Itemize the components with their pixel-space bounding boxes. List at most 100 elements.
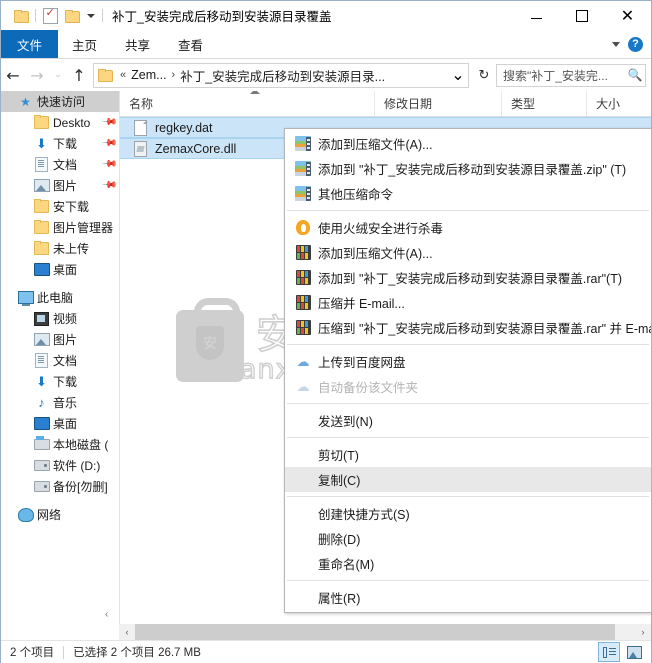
folder-icon[interactable]	[10, 6, 32, 26]
address-folder-icon	[98, 69, 113, 82]
address-dropdown-icon[interactable]: ⌄	[448, 65, 468, 85]
tab-view[interactable]: 查看	[164, 30, 217, 58]
sidebar-item-15[interactable]: 桌面	[1, 413, 119, 434]
scroll-track[interactable]	[135, 624, 635, 640]
search-icon[interactable]: 🔍	[625, 68, 645, 82]
refresh-button[interactable]: ↻	[472, 64, 496, 87]
winrar-icon	[288, 295, 318, 310]
menu-item-label: 上传到百度网盘	[318, 356, 406, 370]
menu-item-18[interactable]: 创建快捷方式(S)	[285, 501, 651, 526]
menu-item-0[interactable]: 添加到压缩文件(A)...	[285, 131, 651, 156]
sidebar-item-4[interactable]: 图片 📌	[1, 175, 119, 196]
menu-item-11: ☁ 自动备份该文件夹	[285, 374, 651, 399]
scroll-left-icon[interactable]: ‹	[119, 624, 135, 640]
menu-item-7[interactable]: 压缩并 E-mail...	[285, 290, 651, 315]
sidebar-item-5[interactable]: 安下载	[1, 196, 119, 217]
menu-item-2[interactable]: 其他压缩命令	[285, 181, 651, 206]
sidebar-item-label: 图片管理器	[53, 221, 114, 235]
search-box[interactable]: 搜索"补丁_安装完... 🔍	[496, 63, 646, 87]
breadcrumb-prefix: «	[120, 69, 127, 81]
network-icon	[17, 507, 34, 522]
sidebar-item-label: 快速访问	[37, 95, 86, 109]
menu-item-label: 添加到 "补丁_安装完成后移动到安装源目录覆盖.zip" (T)	[318, 163, 627, 177]
sidebar-item-10[interactable]: 视频	[1, 308, 119, 329]
sidebar-item-18[interactable]: 备份[勿删]	[1, 476, 119, 497]
folder-icon	[33, 220, 50, 234]
desktop-icon	[33, 263, 50, 276]
breadcrumb-item-0[interactable]: Zem...	[130, 68, 167, 82]
navigation-collapse-icon[interactable]: ‹	[105, 609, 108, 620]
menu-item-4[interactable]: 使用火绒安全进行杀毒	[285, 215, 651, 240]
menu-separator	[287, 403, 649, 404]
search-input[interactable]: 搜索"补丁_安装完...	[497, 67, 625, 84]
view-details-button[interactable]	[598, 642, 620, 662]
sidebar-item-6[interactable]: 图片管理器	[1, 217, 119, 238]
menu-item-20[interactable]: 重命名(M)	[285, 551, 651, 576]
back-button[interactable]: ←	[1, 63, 25, 87]
column-header-name[interactable]: 名称	[120, 91, 375, 116]
tab-file[interactable]: 文件	[1, 30, 59, 58]
column-header-date[interactable]: 修改日期	[375, 91, 502, 116]
address-input[interactable]: « Zem... › 补丁_安装完成后移动到安装源目录... ⌄	[93, 62, 469, 88]
navigation-pane: ★ 快速访问 Deskto 📌 ⬇ 下载 📌 文档 📌 图片 📌 安下载 图片管理器 未上传 桌面 此电脑 视频…	[1, 91, 120, 624]
menu-separator	[287, 580, 649, 581]
menu-item-5[interactable]: 添加到压缩文件(A)...	[285, 240, 651, 265]
column-header-type[interactable]: 类型	[502, 91, 587, 116]
sidebar-item-0[interactable]: ★ 快速访问	[1, 91, 119, 112]
pin-icon[interactable]: 📌	[100, 177, 117, 194]
sidebar-item-7[interactable]: 未上传	[1, 238, 119, 259]
sidebar-item-3[interactable]: 文档 📌	[1, 154, 119, 175]
sidebar-item-17[interactable]: 软件 (D:)	[1, 455, 119, 476]
folder-icon	[33, 199, 50, 213]
menu-item-1[interactable]: 添加到 "补丁_安装完成后移动到安装源目录覆盖.zip" (T)	[285, 156, 651, 181]
menu-item-16[interactable]: 复制(C)	[285, 467, 651, 492]
sidebar-item-8[interactable]: 桌面	[1, 259, 119, 280]
scroll-right-icon[interactable]: ›	[635, 624, 651, 640]
sidebar-item-16[interactable]: 本地磁盘 (	[1, 434, 119, 455]
huorong-icon	[288, 220, 318, 235]
sidebar-item-14[interactable]: ♪ 音乐	[1, 392, 119, 413]
pin-icon[interactable]: 📌	[100, 156, 117, 173]
sidebar-item-1[interactable]: Deskto 📌	[1, 112, 119, 133]
recent-locations-button[interactable]: ⌄	[49, 63, 67, 87]
menu-item-6[interactable]: 添加到 "补丁_安装完成后移动到安装源目录覆盖.rar"(T)	[285, 265, 651, 290]
status-divider	[63, 645, 65, 659]
sidebar-item-11[interactable]: 图片	[1, 329, 119, 350]
menu-item-label: 重命名(M)	[318, 558, 375, 572]
chevron-down-icon[interactable]	[612, 41, 620, 47]
tab-home[interactable]: 主页	[58, 30, 111, 58]
new-folder-icon[interactable]	[61, 6, 83, 26]
menu-item-8[interactable]: 压缩到 "补丁_安装完成后移动到安装源目录覆盖.rar" 并 E-mail	[285, 315, 651, 340]
column-header-size[interactable]: 大小	[587, 91, 647, 116]
menu-item-label: 压缩并 E-mail...	[318, 297, 405, 311]
menu-item-13[interactable]: 发送到(N)	[285, 408, 651, 433]
close-button[interactable]: ✕	[604, 1, 651, 30]
sidebar-item-2[interactable]: ⬇ 下载 📌	[1, 133, 119, 154]
menu-item-19[interactable]: 删除(D)	[285, 526, 651, 551]
horizontal-scrollbar[interactable]: ‹ ›	[119, 624, 651, 640]
tab-share[interactable]: 共享	[111, 30, 164, 58]
properties-icon[interactable]	[39, 6, 61, 26]
sidebar-item-12[interactable]: 文档	[1, 350, 119, 371]
view-large-icons-button[interactable]	[623, 642, 645, 662]
pin-icon[interactable]: 📌	[100, 114, 117, 131]
customize-caret-icon[interactable]	[83, 13, 99, 18]
sidebar-item-9[interactable]: 此电脑	[1, 287, 119, 308]
sidebar-item-19[interactable]: 网络	[1, 504, 119, 525]
menu-item-15[interactable]: 剪切(T)	[285, 442, 651, 467]
menu-item-22[interactable]: 属性(R)	[285, 585, 651, 610]
scroll-thumb[interactable]	[135, 624, 615, 640]
help-icon[interactable]: ?	[628, 36, 643, 52]
address-bar: ← → ⌄ ↑ « Zem... › 补丁_安装完成后移动到安装源目录... ⌄…	[1, 59, 651, 91]
pin-icon[interactable]: 📌	[100, 135, 117, 152]
breadcrumb-item-1[interactable]: 补丁_安装完成后移动到安装源目录...	[179, 66, 386, 85]
minimize-button[interactable]	[514, 1, 559, 30]
forward-button[interactable]: →	[25, 63, 49, 87]
up-button[interactable]: ↑	[67, 63, 91, 87]
sidebar-item-label: 软件 (D:)	[53, 459, 101, 473]
maximize-button[interactable]	[559, 1, 604, 30]
sidebar-item-label: 音乐	[53, 396, 78, 410]
menu-item-10[interactable]: ☁ 上传到百度网盘	[285, 349, 651, 374]
star-icon: ★	[20, 94, 31, 109]
sidebar-item-13[interactable]: ⬇ 下载	[1, 371, 119, 392]
